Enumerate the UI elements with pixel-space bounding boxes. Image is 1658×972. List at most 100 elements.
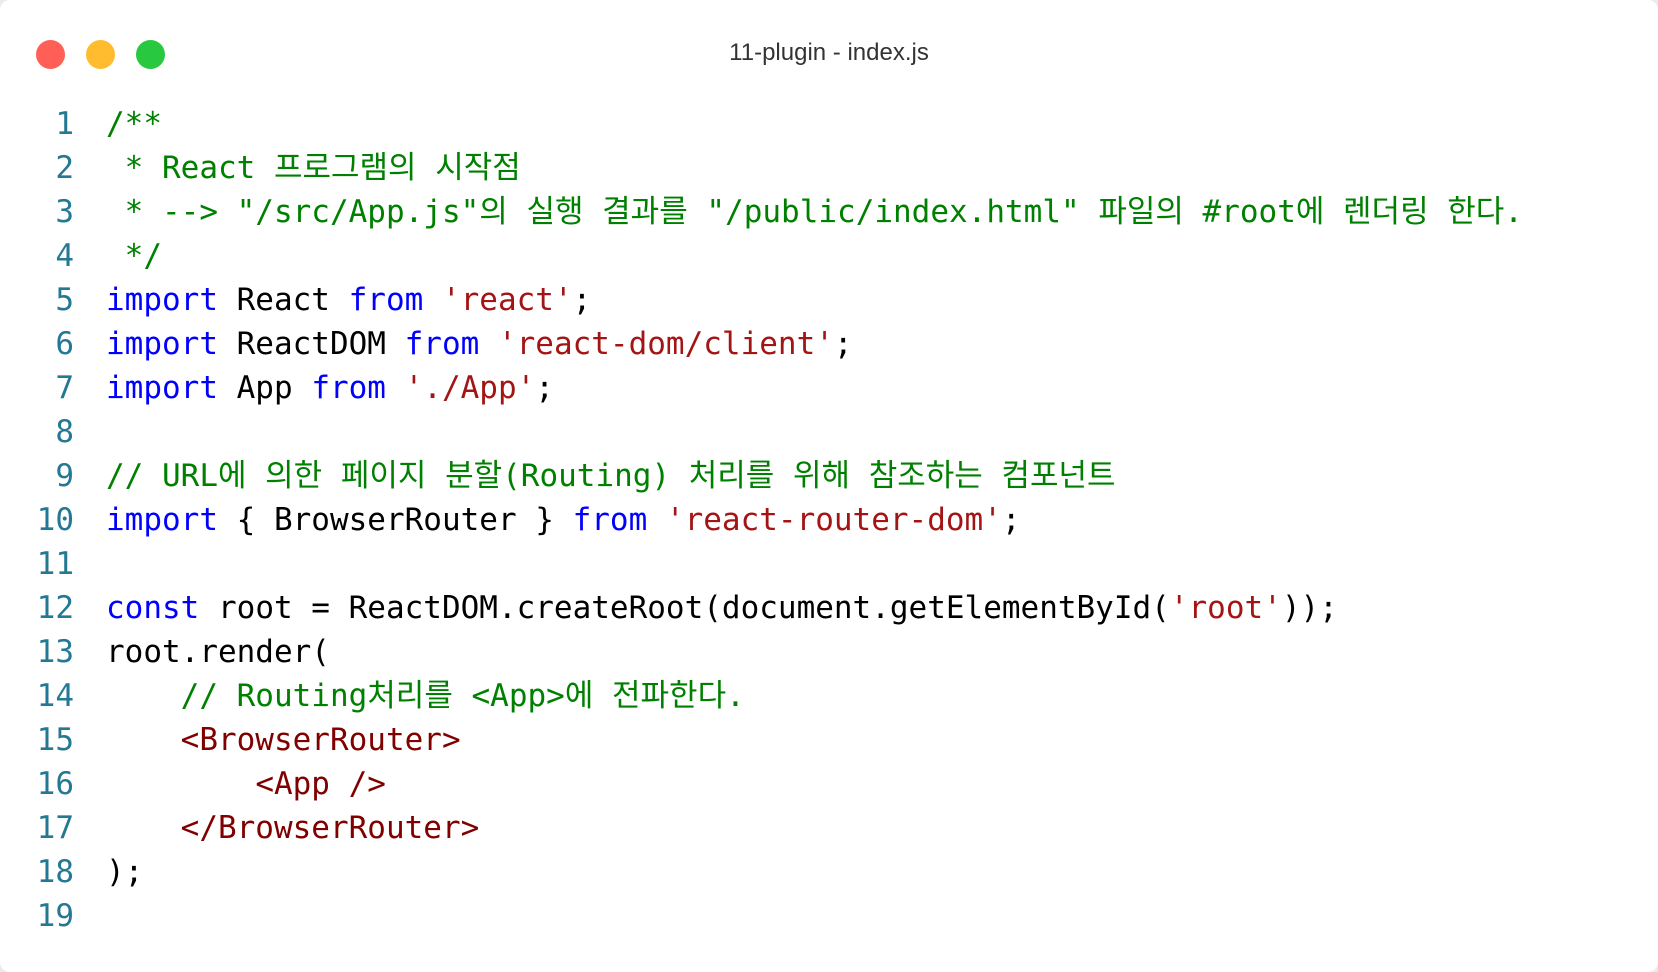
line-content: import React from 'react'; bbox=[106, 278, 591, 322]
editor-window: 11-plugin - index.js 1 /** 2 * React 프로그램의… bbox=[0, 0, 1658, 972]
line-number: 14 bbox=[36, 678, 74, 714]
line-content: root.render( bbox=[106, 630, 330, 674]
code-line[interactable]: 3 * --> "/src/App.js"의 실행 결과를 "/public/i… bbox=[0, 190, 1658, 234]
code-token-keyword: import bbox=[106, 282, 218, 318]
code-token-string: 'root' bbox=[1169, 590, 1282, 626]
line-number: 11 bbox=[36, 546, 74, 582]
code-line[interactable]: 17 </BrowserRouter> bbox=[0, 806, 1658, 850]
line-content: * --> "/src/App.js"의 실행 결과를 "/public/ind… bbox=[106, 190, 1523, 234]
code-line[interactable]: 6 import ReactDOM from 'react-dom/client'… bbox=[0, 322, 1658, 366]
line-number: 6 bbox=[55, 326, 74, 362]
line-content: import ReactDOM from 'react-dom/client'; bbox=[106, 322, 853, 366]
code-line[interactable]: 9 // URL에 의한 페이지 분할(Routing) 처리를 위해 참조하는 … bbox=[0, 454, 1658, 498]
code-line[interactable]: 15 <BrowserRouter> bbox=[0, 718, 1658, 762]
line-number: 2 bbox=[55, 150, 74, 186]
code-token-plain: root = ReactDOM.createRoot(document.getE… bbox=[199, 590, 1170, 626]
line-number: 1 bbox=[55, 106, 74, 142]
line-content: import { BrowserRouter } from 'react-rou… bbox=[106, 498, 1021, 542]
code-token-string: 'react' bbox=[441, 282, 573, 318]
code-line[interactable]: 2 * React 프로그램의 시작점 bbox=[0, 146, 1658, 190]
line-number: 16 bbox=[36, 766, 74, 802]
code-token-comment: * React 프로그램의 시작점 bbox=[106, 150, 521, 186]
code-token-comment: * --> "/src/App.js"의 실행 결과를 "/public/ind… bbox=[106, 194, 1523, 230]
code-token-keyword: from bbox=[311, 370, 386, 406]
code-token-tag: </BrowserRouter> bbox=[180, 810, 480, 846]
window-title: 11-plugin - index.js bbox=[729, 39, 929, 66]
code-token-plain: ; bbox=[535, 370, 554, 406]
code-token-string: 'react-dom/client' bbox=[497, 326, 834, 362]
code-line[interactable]: 11 bbox=[0, 542, 1658, 586]
title-bar: 11-plugin - index.js bbox=[0, 0, 1658, 104]
code-line[interactable]: 18); bbox=[0, 850, 1658, 894]
line-number: 12 bbox=[36, 590, 74, 626]
line-content: </BrowserRouter> bbox=[106, 806, 480, 850]
line-number: 13 bbox=[36, 634, 74, 670]
code-line[interactable]: 19 bbox=[0, 894, 1658, 938]
code-token-plain: ); bbox=[106, 854, 144, 890]
code-line[interactable]: 1 /** bbox=[0, 102, 1658, 146]
line-number: 8 bbox=[55, 414, 74, 450]
line-number: 9 bbox=[55, 458, 74, 494]
code-token-plain: ReactDOM bbox=[217, 326, 405, 362]
line-number: 18 bbox=[36, 854, 74, 890]
code-line[interactable]: 10 import { BrowserRouter } from 'react-r… bbox=[0, 498, 1658, 542]
code-line[interactable]: 4 */ bbox=[0, 234, 1658, 278]
code-token-comment: /** bbox=[106, 106, 162, 142]
line-number: 4 bbox=[55, 238, 74, 274]
line-content: <App /> bbox=[106, 762, 386, 806]
line-content: <BrowserRouter> bbox=[106, 718, 461, 762]
code-token-keyword: from bbox=[404, 326, 480, 362]
line-content: /** bbox=[106, 102, 162, 146]
code-token-string: './App' bbox=[404, 370, 536, 406]
code-area[interactable]: 1/** 2 * React 프로그램의 시작점 3 * --> "/src/App… bbox=[0, 102, 1658, 938]
line-number: 19 bbox=[36, 898, 74, 934]
code-token-string: 'react-router-dom' bbox=[665, 502, 1002, 538]
code-token-comment: */ bbox=[106, 238, 162, 274]
code-token-plain: root.render( bbox=[106, 634, 330, 670]
code-line[interactable]: 14 // Routing처리를 <App>에 전파한다. bbox=[0, 674, 1658, 718]
line-number: 15 bbox=[36, 722, 74, 758]
line-content: const root = ReactDOM.createRoot(documen… bbox=[106, 586, 1338, 630]
line-content: // Routing처리를 <App>에 전파한다. bbox=[106, 674, 745, 718]
code-token-comment: // URL에 의한 페이지 분할(Routing) 처리를 위해 참조하는 컴… bbox=[106, 458, 1116, 494]
line-content: ); bbox=[106, 850, 143, 894]
code-token-plain: ; bbox=[833, 326, 853, 362]
line-content: // URL에 의한 페이지 분할(Routing) 처리를 위해 참조하는 컴… bbox=[106, 454, 1116, 498]
line-number: 7 bbox=[55, 370, 74, 406]
code-token-keyword: const bbox=[106, 590, 200, 626]
code-token-keyword: import bbox=[106, 502, 218, 538]
code-line[interactable]: 13 root.render( bbox=[0, 630, 1658, 674]
line-number: 10 bbox=[36, 502, 74, 538]
line-content: * React 프로그램의 시작점 bbox=[106, 146, 521, 190]
code-token-plain: ; bbox=[1001, 502, 1021, 538]
code-line[interactable]: 8 bbox=[0, 410, 1658, 454]
line-number: 17 bbox=[36, 810, 74, 846]
code-token-keyword: from bbox=[572, 502, 648, 538]
code-line[interactable]: 12 const root = ReactDOM.createRoot(docum… bbox=[0, 586, 1658, 630]
code-token-keyword: import bbox=[106, 326, 218, 362]
code-token-keyword: from bbox=[348, 282, 424, 318]
line-number: 3 bbox=[55, 194, 74, 230]
code-token-comment: // Routing처리를 <App>에 전파한다. bbox=[180, 678, 745, 714]
code-token-keyword: import bbox=[106, 370, 218, 406]
line-content: import App from './App'; bbox=[106, 366, 554, 410]
code-line[interactable]: 16 <App /> bbox=[0, 762, 1658, 806]
code-line[interactable]: 7 import App from './App'; bbox=[0, 366, 1658, 410]
code-token-tag: <App /> bbox=[255, 766, 386, 802]
code-token-plain: )); bbox=[1281, 590, 1338, 626]
code-line[interactable]: 5 import React from 'react'; bbox=[0, 278, 1658, 322]
code-token-plain: React bbox=[217, 282, 349, 318]
line-content: */ bbox=[106, 234, 162, 278]
code-token-plain: App bbox=[217, 370, 312, 406]
code-token-plain: { BrowserRouter } bbox=[217, 502, 573, 538]
line-number: 5 bbox=[55, 282, 74, 318]
code-token-tag: <BrowserRouter> bbox=[180, 722, 461, 758]
